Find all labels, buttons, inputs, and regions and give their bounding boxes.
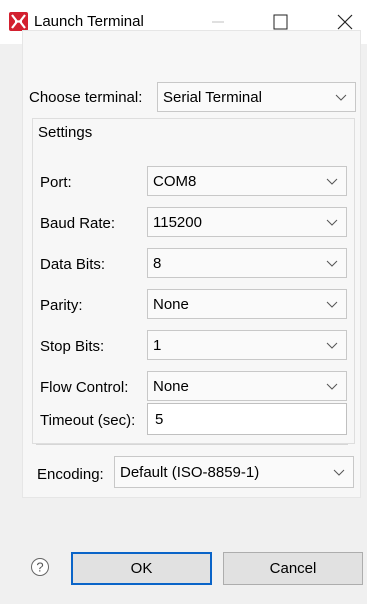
chevron-down-icon [326,178,338,185]
parity-label: Parity: [40,297,83,314]
chevron-down-icon [326,383,338,390]
flow-control-label: Flow Control: [40,379,129,396]
data-bits-select-value: 8 [153,255,162,272]
port-label: Port: [40,174,72,191]
timeout-field[interactable]: 5 [147,403,347,435]
data-bits-label: Data Bits: [40,256,106,273]
parity-select[interactable]: None [147,289,347,319]
svg-text:?: ? [36,560,43,575]
data-bits-select[interactable]: 8 [147,248,347,278]
chevron-down-icon [326,342,338,349]
parity-select-value: None [153,296,189,313]
ok-button[interactable]: OK [71,552,212,585]
settings-group-title: Settings [36,124,95,141]
stop-bits-label: Stop Bits: [40,338,105,355]
chevron-down-icon [335,94,347,101]
cancel-button[interactable]: Cancel [223,552,363,585]
encoding-select-value: Default (ISO-8859-1) [120,464,260,481]
port-select-value: COM8 [153,173,197,190]
flow-control-select-value: None [153,378,189,395]
flow-control-select[interactable]: None [147,371,347,401]
stop-bits-select[interactable]: 1 [147,330,347,360]
help-icon[interactable]: ? [30,557,50,577]
timeout-field-value: 5 [155,411,164,428]
timeout-label: Timeout (sec): [40,412,136,429]
encoding-label: Encoding: [37,466,104,483]
baud-rate-select[interactable]: 115200 [147,207,347,237]
window-title: Launch Terminal [34,13,144,30]
terminal-select-value: Serial Terminal [163,89,262,106]
choose-terminal-label: Choose terminal: [29,89,143,106]
port-select[interactable]: COM8 [147,166,347,196]
chevron-down-icon [326,219,338,226]
app-logo-icon [9,12,28,31]
encoding-select[interactable]: Default (ISO-8859-1) [114,456,354,488]
chevron-down-icon [326,301,338,308]
chevron-down-icon [333,469,345,476]
separator [36,444,348,445]
terminal-select[interactable]: Serial Terminal [157,82,356,112]
baud-rate-label: Baud Rate: [40,215,116,232]
stop-bits-select-value: 1 [153,337,162,354]
chevron-down-icon [326,260,338,267]
baud-rate-select-value: 115200 [153,214,202,231]
